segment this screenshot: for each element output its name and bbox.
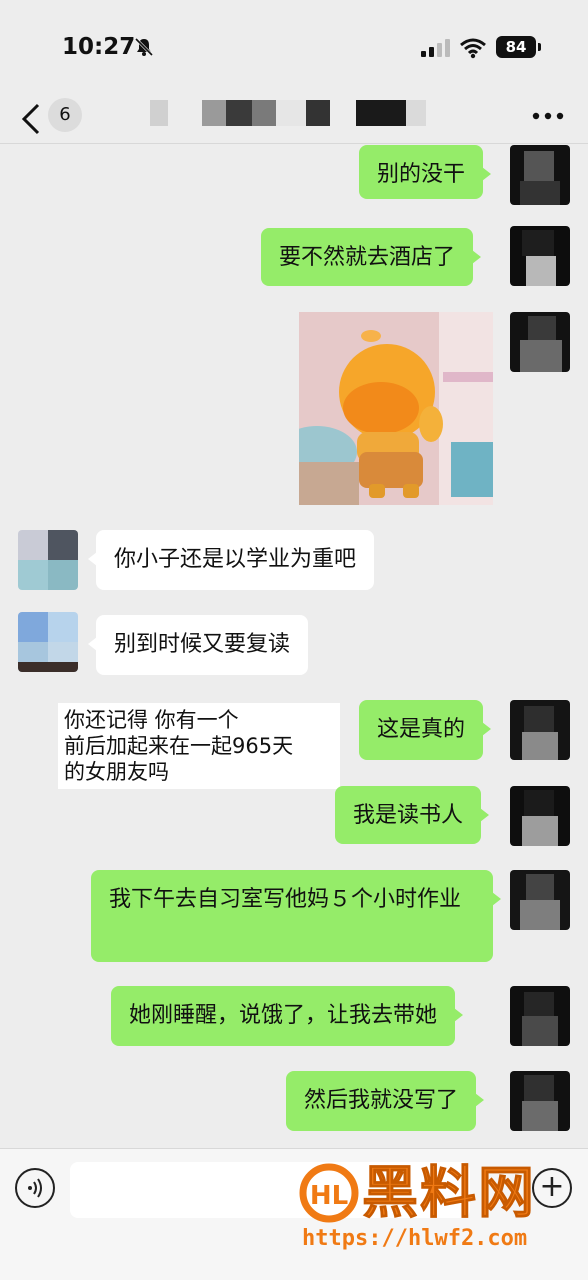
message-text: 别的没干 xyxy=(377,162,466,187)
sticker-image[interactable] xyxy=(299,312,493,505)
voice-wave-icon xyxy=(28,1178,42,1198)
message-text: 你小子还是以学业为重吧 xyxy=(114,547,357,572)
wifi-icon xyxy=(460,38,486,59)
svg-text:HL: HL xyxy=(310,1181,348,1211)
my-avatar[interactable] xyxy=(510,870,570,930)
back-chevron-icon[interactable] xyxy=(20,102,42,136)
my-message-bubble[interactable]: 我下午去自习室写他妈５个小时作业 xyxy=(91,870,501,962)
message-text: 我下午去自习室写他妈５个小时作业 xyxy=(109,887,462,912)
cartoon-sticker-icon xyxy=(299,312,493,505)
my-avatar[interactable] xyxy=(510,226,570,286)
message-text: 这是真的 xyxy=(377,717,466,742)
message-text: 然后我就没写了 xyxy=(304,1088,459,1113)
status-bar: 10:27 84 xyxy=(0,0,588,96)
my-avatar[interactable] xyxy=(510,700,570,760)
contact-message-bubble[interactable]: 你小子还是以学业为重吧 xyxy=(87,530,375,590)
watermark-url: https://hlwf2.com xyxy=(302,1226,528,1251)
my-message-bubble[interactable]: 别的没干 xyxy=(359,145,492,199)
bell-muted-icon xyxy=(134,37,154,57)
my-message-bubble[interactable]: 这是真的 xyxy=(359,700,492,760)
status-time: 10:27 xyxy=(62,34,136,60)
message-text: 我是读书人 xyxy=(353,803,464,828)
message-text: 要不然就去酒店了 xyxy=(279,245,456,270)
my-avatar[interactable] xyxy=(510,312,570,372)
my-message-bubble[interactable]: 我是读书人 xyxy=(335,786,490,844)
message-text: 别到时候又要复读 xyxy=(114,632,291,657)
message-text: 她刚睡醒，说饿了，让我去带她 xyxy=(129,1003,438,1028)
my-avatar[interactable] xyxy=(510,1071,570,1131)
watermark-brand: 黑料网 xyxy=(362,1161,536,1227)
my-avatar[interactable] xyxy=(510,986,570,1046)
contact-message-bubble[interactable]: 别到时候又要复读 xyxy=(87,615,309,675)
contact-avatar[interactable] xyxy=(18,530,78,590)
contact-avatar[interactable] xyxy=(18,612,78,672)
voice-input-button[interactable] xyxy=(15,1168,55,1208)
more-actions-plus-button[interactable]: + xyxy=(532,1168,572,1208)
more-options-icon[interactable] xyxy=(532,112,564,120)
cellular-signal-icon xyxy=(421,39,450,57)
chat-title-redacted xyxy=(150,100,435,126)
my-avatar[interactable] xyxy=(510,145,570,205)
my-avatar[interactable] xyxy=(510,786,570,846)
watermark-logo-icon: HL xyxy=(299,1163,359,1223)
my-message-bubble[interactable]: 要不然就去酒店了 xyxy=(261,228,482,286)
battery-indicator: 84 xyxy=(496,36,541,58)
unread-count-badge[interactable]: 6 xyxy=(48,98,82,132)
my-message-bubble[interactable]: 然后我就没写了 xyxy=(286,1071,485,1131)
overlay-caption: 你还记得 你有一个 前后加起来在一起965天 的女朋友吗 xyxy=(58,703,340,789)
chat-header: 6 xyxy=(0,96,588,144)
my-message-bubble[interactable]: 她刚睡醒，说饿了，让我去带她 xyxy=(111,986,464,1046)
